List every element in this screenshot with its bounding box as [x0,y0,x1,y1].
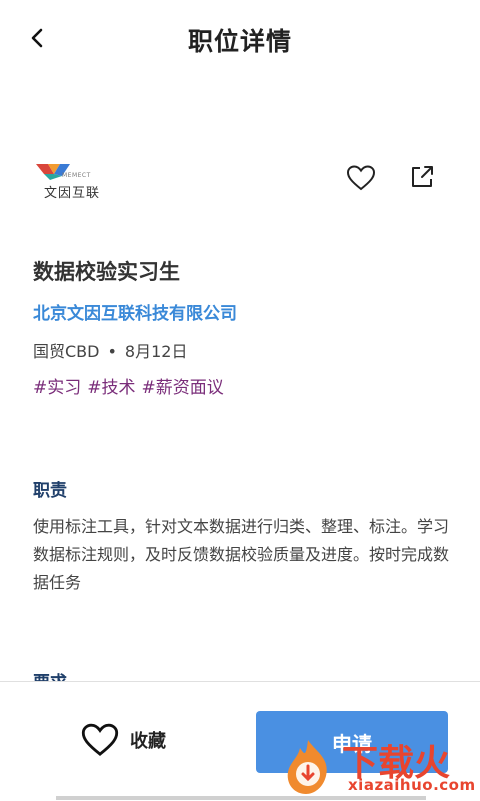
tag[interactable]: #技术 [87,378,135,398]
job-title: 数据校验实习生 [33,260,180,284]
requirement-section-title: 要求 [33,668,67,682]
tag[interactable]: #实习 [33,378,81,398]
flame-icon [287,740,327,794]
logo-name-en: MEMECT [62,172,91,179]
favorite-heart-icon[interactable] [346,164,376,192]
header: 职位详情 [0,0,480,78]
watermark-url: xiazaihuo.com [348,776,476,794]
page-title: 职位详情 [187,27,292,56]
company-logo: MEMECT 文因互联 [34,158,106,202]
tag[interactable]: #薪资面议 [142,378,224,398]
job-meta: 国贸CBD • 8月12日 [33,338,187,362]
watermark: 下载火 xiazaihuo.com [278,734,478,800]
duty-description: 使用标注工具，针对文本数据进行归类、整理、标注。学习数据标注规则，及时反馈数据校… [33,517,450,592]
logo-name: 文因互联 [44,186,101,201]
bottom-strip [56,796,426,800]
heart-icon [81,723,119,756]
job-date: 8月12日 [124,342,188,361]
company-link[interactable]: 北京文因互联科技有限公司 [33,299,237,324]
duty-section-title: 职责 [33,481,67,501]
share-icon[interactable] [408,163,436,191]
job-location: 国贸CBD [33,342,100,361]
favorite-label: 收藏 [130,731,166,752]
job-tags: #实习 #技术 #薪资面议 [33,373,230,398]
meta-separator: • [107,342,117,361]
favorite-button[interactable]: 收藏 [80,720,166,760]
